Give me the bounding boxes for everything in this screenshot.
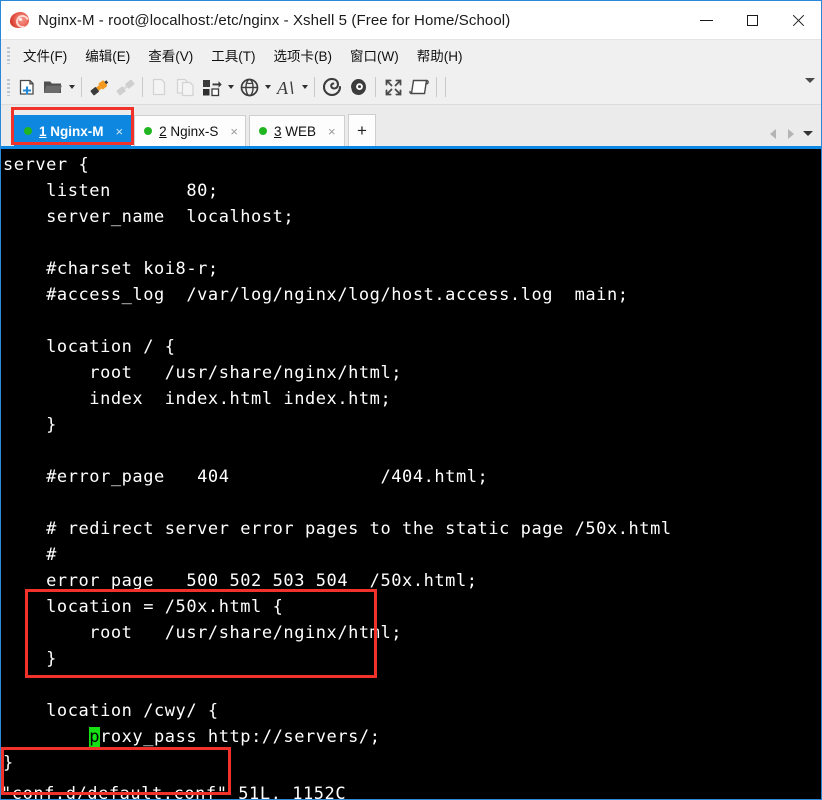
terminal-line: } bbox=[3, 649, 57, 669]
terminal-line: } bbox=[3, 415, 57, 435]
session-log-icon[interactable] bbox=[406, 74, 432, 100]
tab-web[interactable]: 3 WEB × bbox=[248, 115, 345, 146]
transfer-file-chevron-down-icon[interactable] bbox=[225, 74, 236, 100]
tab-close-icon[interactable]: × bbox=[325, 123, 339, 140]
terminal-line: location /cwy/ { bbox=[3, 701, 219, 721]
transfer-file-icon[interactable] bbox=[199, 74, 225, 100]
window-title: Nginx-M - root@localhost:/etc/nginx - Xs… bbox=[38, 11, 511, 29]
terminal-line: #access_log /var/log/nginx/log/host.acce… bbox=[3, 285, 629, 305]
tab-scroll-right-icon[interactable] bbox=[785, 127, 796, 140]
font-chevron-down-icon[interactable] bbox=[299, 74, 310, 100]
menu-window[interactable]: 窗口(W) bbox=[341, 41, 408, 69]
title-bar: Nginx-M - root@localhost:/etc/nginx - Xs… bbox=[1, 1, 821, 39]
terminal-line: # bbox=[3, 545, 57, 565]
menu-grip-handle[interactable] bbox=[7, 46, 10, 64]
window-controls bbox=[683, 1, 821, 39]
tab-status-dot bbox=[258, 127, 267, 135]
terminal-line: # redirect server error pages to the sta… bbox=[3, 519, 672, 539]
menu-bar: 文件(F) 编辑(E) 查看(V) 工具(T) 选项卡(B) 窗口(W) 帮助(… bbox=[1, 39, 821, 70]
terminal-line: #error_page 404 /404.html; bbox=[3, 467, 489, 487]
menu-tabs[interactable]: 选项卡(B) bbox=[265, 41, 342, 69]
tab-label: 2 Nginx-S bbox=[159, 124, 218, 139]
menu-view[interactable]: 查看(V) bbox=[139, 41, 202, 69]
xftp-icon[interactable] bbox=[345, 74, 371, 100]
tab-list-chevron-down-icon[interactable] bbox=[803, 131, 813, 136]
tab-scroll-left-icon[interactable] bbox=[767, 127, 778, 140]
status-filename: "conf.d/default.conf" 51L, 1152C bbox=[1, 784, 347, 799]
tab-title: Nginx-S bbox=[166, 123, 219, 139]
tab-nginx-s[interactable]: 2 Nginx-S × bbox=[134, 115, 246, 146]
terminal-line: listen 80; bbox=[3, 181, 219, 201]
tab-nginx-m[interactable]: 1 Nginx-M × bbox=[14, 115, 132, 146]
tab-bar: 1 Nginx-M × 2 Nginx-S × 3 WEB × + bbox=[1, 105, 821, 149]
minimize-button[interactable] bbox=[683, 1, 729, 39]
tab-index: 3 bbox=[273, 123, 282, 139]
toolbar-separator bbox=[81, 77, 82, 97]
maximize-button[interactable] bbox=[729, 1, 775, 39]
toolbar-grip-handle[interactable] bbox=[7, 78, 10, 96]
tab-status-dot bbox=[24, 127, 32, 135]
menu-help[interactable]: 帮助(H) bbox=[408, 41, 472, 69]
tab-scroll-controls bbox=[767, 127, 813, 140]
tab-index: 2 bbox=[159, 123, 167, 139]
new-tab-button[interactable]: + bbox=[347, 114, 376, 146]
toolbar-overflow-chevron-down-icon[interactable] bbox=[803, 73, 817, 102]
tab-close-icon[interactable]: × bbox=[227, 123, 241, 140]
svg-text:A: A bbox=[276, 78, 289, 97]
disconnect-icon[interactable] bbox=[112, 74, 138, 100]
menu-file[interactable]: 文件(F) bbox=[14, 41, 76, 69]
xshell-shell-icon bbox=[9, 9, 32, 31]
terminal-line: index index.html index.htm; bbox=[3, 389, 392, 409]
tab-title: Nginx-M bbox=[46, 123, 104, 139]
toolbar: A bbox=[1, 70, 821, 105]
terminal-line: root /usr/share/nginx/html; bbox=[3, 363, 403, 383]
terminal-line: location = /50x.html { bbox=[3, 597, 284, 617]
terminal-cursor: p bbox=[89, 727, 101, 747]
open-session-icon[interactable] bbox=[40, 74, 66, 100]
tab-label: 3 WEB bbox=[274, 124, 316, 139]
tab-title: WEB bbox=[281, 123, 317, 139]
font-icon[interactable]: A bbox=[273, 74, 299, 100]
tab-label: 1 Nginx-M bbox=[39, 124, 104, 139]
globe-icon[interactable] bbox=[236, 74, 262, 100]
close-button[interactable] bbox=[775, 1, 821, 39]
toolbar-separator bbox=[436, 77, 437, 97]
terminal-line: error_page 500 502 503 504 /50x.html; bbox=[3, 571, 478, 591]
terminal-line: server_name localhost; bbox=[3, 207, 295, 227]
paste-icon[interactable] bbox=[173, 74, 199, 100]
toolbar-separator bbox=[445, 77, 446, 97]
terminal-line: server { bbox=[3, 155, 90, 175]
xshell-window: Nginx-M - root@localhost:/etc/nginx - Xs… bbox=[0, 0, 822, 800]
tab-close-icon[interactable]: × bbox=[113, 123, 127, 140]
fullscreen-icon[interactable] bbox=[380, 74, 406, 100]
copy-icon[interactable] bbox=[147, 74, 173, 100]
globe-chevron-down-icon[interactable] bbox=[262, 74, 273, 100]
open-session-chevron-down-icon[interactable] bbox=[66, 74, 77, 100]
toolbar-separator bbox=[375, 77, 376, 97]
terminal-line-with-cursor: proxy_pass http://servers/; bbox=[89, 727, 381, 747]
tab-index: 1 bbox=[39, 123, 47, 139]
tab-status-dot bbox=[144, 127, 153, 135]
vim-status-line: "conf.d/default.conf" 51L, 1152C 24,2-9 … bbox=[1, 755, 821, 799]
connect-icon[interactable] bbox=[86, 74, 112, 100]
terminal-line: #charset koi8-r; bbox=[3, 259, 219, 279]
toolbar-separator bbox=[142, 77, 143, 97]
menu-edit[interactable]: 编辑(E) bbox=[76, 41, 139, 69]
terminal-line: location / { bbox=[3, 337, 176, 357]
xshell-icon[interactable] bbox=[319, 74, 345, 100]
menu-tools[interactable]: 工具(T) bbox=[202, 41, 264, 69]
terminal-line: root /usr/share/nginx/html; bbox=[3, 623, 403, 643]
terminal-screen[interactable]: server { listen 80; server_name localhos… bbox=[1, 149, 821, 799]
new-session-icon[interactable] bbox=[14, 74, 40, 100]
toolbar-separator bbox=[314, 77, 315, 97]
